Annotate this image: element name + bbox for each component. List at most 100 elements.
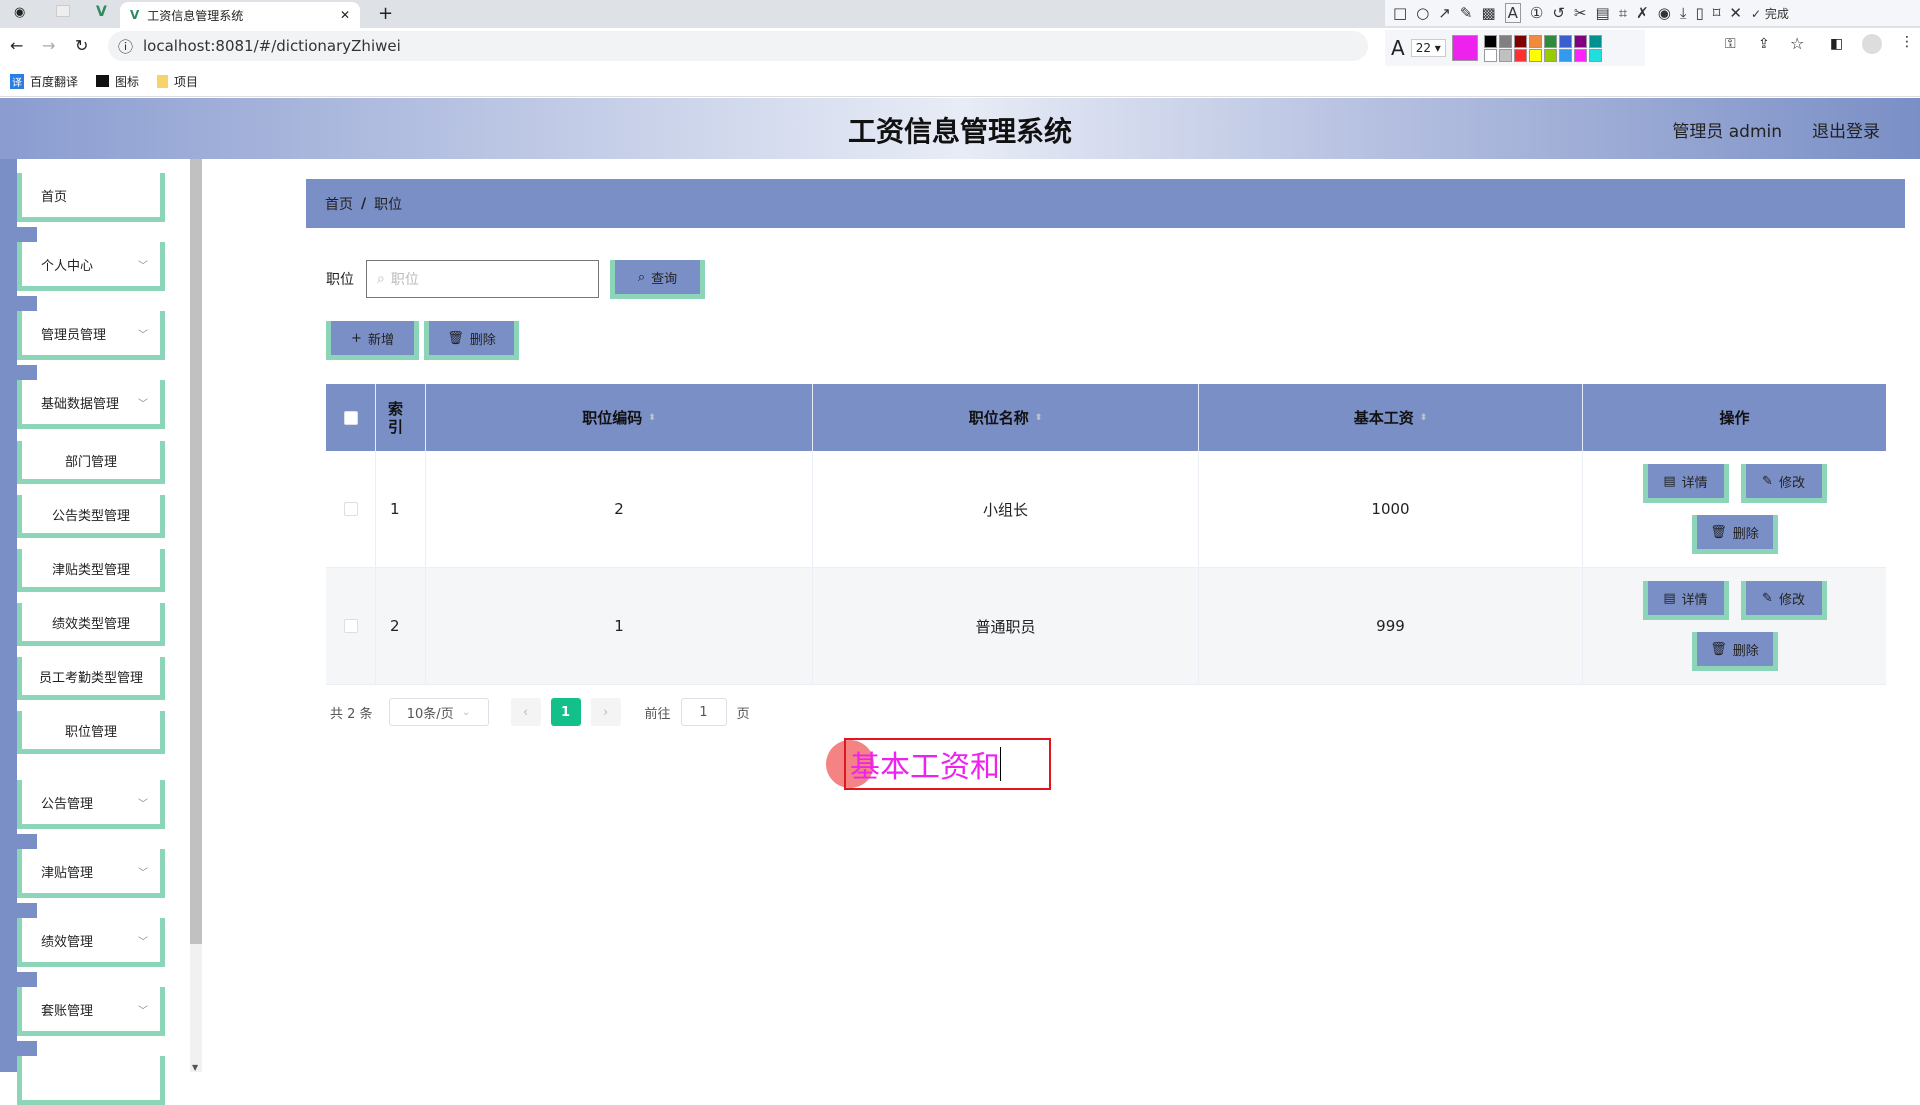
- page-1-button[interactable]: 1: [550, 698, 581, 726]
- sidebar-item[interactable]: 公告管理 ﹀: [17, 780, 165, 829]
- color-swatch[interactable]: [1588, 48, 1602, 62]
- forward-icon[interactable]: →: [42, 36, 55, 55]
- color-swatch[interactable]: [1528, 34, 1542, 48]
- delete-button[interactable]: 🗑 删除: [1691, 632, 1778, 671]
- new-tab-icon[interactable]: +: [378, 3, 393, 24]
- undo-icon[interactable]: ↺: [1552, 4, 1565, 22]
- color-swatch[interactable]: [1573, 48, 1587, 62]
- color-swatch[interactable]: [1483, 48, 1497, 62]
- translate-icon[interactable]: ⌗: [1619, 4, 1627, 22]
- bulk-delete-button[interactable]: 🗑 删除: [424, 321, 519, 360]
- header-code[interactable]: 职位编码 ⬍: [426, 384, 813, 451]
- cut-icon[interactable]: ✂: [1574, 4, 1587, 22]
- edit-button[interactable]: ✎ 修改: [1740, 581, 1827, 620]
- query-button[interactable]: ⌕ 查询: [610, 260, 705, 299]
- share-icon[interactable]: ⇪: [1758, 36, 1770, 52]
- color-swatch[interactable]: [1513, 48, 1527, 62]
- color-swatch[interactable]: [1543, 34, 1557, 48]
- phone-icon[interactable]: ▯: [1695, 4, 1703, 22]
- font-size-select[interactable]: 22 ▾: [1410, 39, 1446, 57]
- scroll-down-icon[interactable]: ▼: [192, 1063, 198, 1072]
- reload-icon[interactable]: ↻: [75, 36, 88, 55]
- vue-tab-icon[interactable]: V: [96, 4, 107, 20]
- address-bar[interactable]: ⓘ localhost:8081/#/dictionaryZhiwei: [108, 31, 1368, 61]
- sidepanel-icon[interactable]: ◧: [1830, 36, 1843, 52]
- breadcrumb-home[interactable]: 首页: [325, 194, 353, 214]
- color-swatch[interactable]: [1558, 34, 1572, 48]
- pin-icon[interactable]: ✗: [1636, 4, 1649, 22]
- done-button[interactable]: ✓ 完成: [1751, 5, 1789, 22]
- color-swatch[interactable]: [1588, 34, 1602, 48]
- goto-page-input[interactable]: 1: [680, 698, 727, 726]
- sidebar-item[interactable]: 个人中心 ﹀: [17, 242, 165, 291]
- arrow-tool-icon[interactable]: ↗: [1438, 4, 1451, 22]
- number-tool-icon[interactable]: ①: [1530, 4, 1543, 22]
- star-icon[interactable]: ☆: [1790, 34, 1804, 53]
- sidebar-item[interactable]: 套账管理 ﹀: [17, 987, 165, 1036]
- tab-icon[interactable]: [56, 5, 70, 17]
- delete-button[interactable]: 🗑 删除: [1691, 515, 1778, 554]
- sidebar-item[interactable]: 管理员管理 ﹀: [17, 311, 165, 360]
- circle-tool-icon[interactable]: ○: [1416, 4, 1429, 22]
- sidebar-scrollbar[interactable]: ▼: [190, 159, 202, 1072]
- sidebar-item[interactable]: 部门管理: [17, 441, 165, 484]
- cancel-icon[interactable]: ✕: [1729, 4, 1742, 22]
- color-swatch[interactable]: [1498, 48, 1512, 62]
- color-swatch[interactable]: [1558, 48, 1572, 62]
- color-swatch[interactable]: [1498, 34, 1512, 48]
- bookmark-icon[interactable]: ⌑: [1713, 4, 1721, 22]
- sidebar-item[interactable]: 公告类型管理: [17, 495, 165, 538]
- page-size-select[interactable]: 10条/页 ⌄: [388, 698, 489, 726]
- edit-button[interactable]: ✎ 修改: [1740, 464, 1827, 503]
- globe-icon[interactable]: ◉: [14, 5, 25, 20]
- search-input[interactable]: ⌕ 职位: [366, 260, 599, 298]
- bookmark-baidu-translate[interactable]: 译百度翻译: [10, 73, 78, 90]
- sort-icon[interactable]: ⬍: [1035, 413, 1043, 423]
- pen-tool-icon[interactable]: ✎: [1460, 4, 1473, 22]
- sidebar-item[interactable]: 绩效管理 ﹀: [17, 918, 165, 967]
- sidebar-item[interactable]: 首页: [17, 173, 165, 222]
- row-checkbox[interactable]: [343, 619, 358, 633]
- text-tool-icon[interactable]: A: [1504, 3, 1521, 23]
- detail-button[interactable]: ▤ 详情: [1642, 464, 1729, 503]
- rect-tool-icon[interactable]: □: [1393, 4, 1407, 22]
- select-all-checkbox[interactable]: [343, 410, 358, 425]
- color-swatch[interactable]: [1543, 48, 1557, 62]
- color-swatch[interactable]: [1528, 48, 1542, 62]
- color-swatch[interactable]: [1513, 34, 1527, 48]
- back-icon[interactable]: ←: [10, 36, 23, 55]
- sort-icon[interactable]: ⬍: [1420, 413, 1428, 423]
- annotation-textbox[interactable]: 基本工资和: [844, 738, 1051, 790]
- row-checkbox[interactable]: [343, 502, 358, 516]
- key-icon[interactable]: ⚿: [1725, 36, 1736, 52]
- color-swatch[interactable]: [1573, 34, 1587, 48]
- sidebar-item-partial[interactable]: [17, 1056, 165, 1105]
- sidebar-item[interactable]: 津贴类型管理: [17, 549, 165, 592]
- bookmark-project[interactable]: 项目: [157, 73, 198, 90]
- prev-page-button[interactable]: ‹: [510, 698, 541, 726]
- color-swatch[interactable]: [1483, 34, 1497, 48]
- sidebar-item[interactable]: 基础数据管理 ﹀: [17, 380, 165, 429]
- sidebar-item[interactable]: 员工考勤类型管理: [17, 657, 165, 700]
- menu-icon[interactable]: ⋮: [1900, 34, 1914, 50]
- ocr-icon[interactable]: ▤: [1596, 4, 1610, 22]
- logout-link[interactable]: 退出登录: [1812, 117, 1880, 142]
- sidebar-item[interactable]: 绩效类型管理: [17, 603, 165, 646]
- add-button[interactable]: + 新增: [326, 321, 419, 360]
- header-name[interactable]: 职位名称 ⬍: [813, 384, 1199, 451]
- bookmark-icons[interactable]: 图标: [96, 73, 139, 90]
- sidebar-item[interactable]: 职位管理: [17, 711, 165, 754]
- profile-avatar[interactable]: [1862, 34, 1882, 54]
- record-icon[interactable]: ◉: [1658, 4, 1671, 22]
- current-color-swatch[interactable]: [1451, 35, 1478, 61]
- sort-icon[interactable]: ⬍: [648, 413, 656, 423]
- tab-active[interactable]: V 工资信息管理系统 ✕: [120, 2, 360, 28]
- header-salary[interactable]: 基本工资 ⬍: [1199, 384, 1583, 451]
- next-page-button[interactable]: ›: [590, 698, 621, 726]
- scrollbar-thumb[interactable]: [190, 159, 202, 944]
- download-icon[interactable]: ⤓: [1680, 4, 1687, 22]
- url-text[interactable]: localhost:8081/#/dictionaryZhiwei: [143, 37, 401, 55]
- close-tab-icon[interactable]: ✕: [340, 8, 350, 22]
- detail-button[interactable]: ▤ 详情: [1642, 581, 1729, 620]
- info-icon[interactable]: ⓘ: [118, 36, 133, 57]
